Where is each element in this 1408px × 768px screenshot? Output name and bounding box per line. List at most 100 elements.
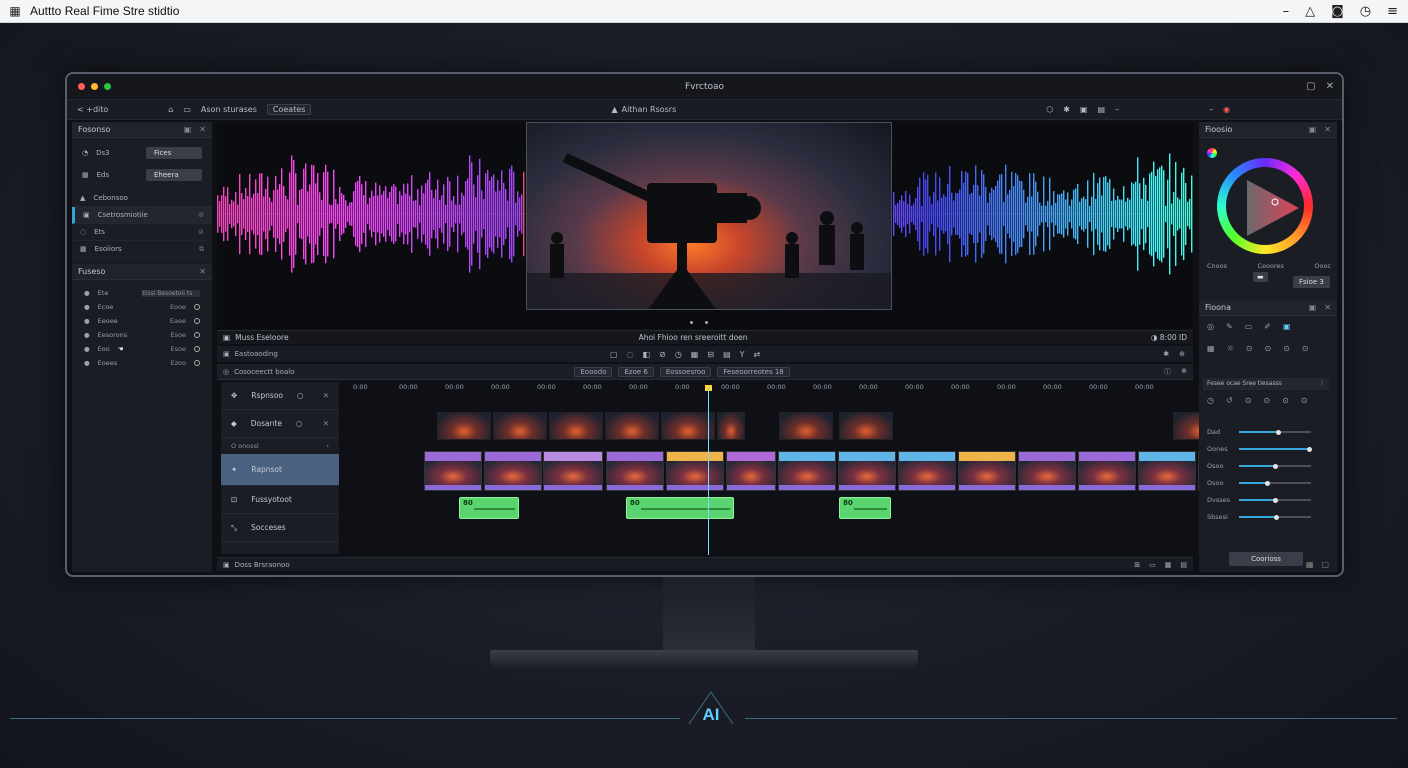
history-icon[interactable]: ◷: [1360, 4, 1371, 19]
close-icon[interactable]: ✕: [1324, 303, 1331, 312]
list-item[interactable]: ▣ Csetrosmiotiie ⊘: [72, 207, 212, 224]
track-item[interactable]: ✦ Rapnsot: [221, 454, 339, 486]
undo-icon[interactable]: ↺: [1226, 396, 1233, 405]
projects-button[interactable]: Ason sturases: [201, 105, 257, 114]
adjustment-slider[interactable]: Oones: [1207, 443, 1329, 455]
settings-icon[interactable]: ✱: [1063, 105, 1070, 114]
camera-icon[interactable]: ◙: [1331, 4, 1344, 19]
dot-icon[interactable]: ⊙: [1246, 344, 1253, 353]
minimize-panel-icon[interactable]: –: [1209, 105, 1213, 114]
video-clip[interactable]: [666, 451, 724, 491]
video-clip[interactable]: [1078, 451, 1136, 491]
slider-knob[interactable]: [1276, 429, 1282, 435]
video-clip[interactable]: [898, 451, 956, 491]
slider-knob[interactable]: [1272, 463, 1278, 469]
video-clip[interactable]: [424, 451, 482, 491]
row-value[interactable]: Eheera: [146, 169, 202, 181]
video-thumbnail[interactable]: [605, 412, 659, 440]
timeline-tracks[interactable]: 80 80 80: [351, 396, 1239, 556]
grid-icon[interactable]: ▦: [1165, 561, 1172, 569]
grid-icon[interactable]: ▦: [0, 4, 30, 18]
lock-icon[interactable]: ○: [296, 419, 303, 428]
eyedropper-button[interactable]: ▬: [1253, 272, 1268, 282]
pen-icon[interactable]: ✎: [1226, 322, 1233, 331]
add-icon[interactable]: ⊕: [1181, 367, 1187, 377]
expand-icon[interactable]: ▣: [1309, 125, 1317, 134]
layout-icon[interactable]: ▤: [1098, 105, 1106, 114]
plus-icon[interactable]: ⊕: [1179, 350, 1185, 358]
video-clip[interactable]: [484, 451, 542, 491]
settings-icon[interactable]: ✱: [1163, 350, 1169, 358]
radio-icon[interactable]: [194, 346, 200, 352]
video-thumbnail[interactable]: [437, 412, 491, 440]
restore-icon[interactable]: ▢: [1306, 81, 1315, 92]
property-row[interactable]: ● Ecoe Eooe: [72, 300, 212, 314]
lock-icon[interactable]: ○: [297, 391, 304, 400]
dot-icon[interactable]: ⊙: [1264, 344, 1271, 353]
folder-icon[interactable]: ▭: [183, 105, 191, 114]
close-icon[interactable]: ✕: [1324, 125, 1331, 134]
search-icon[interactable]: ◌: [627, 350, 634, 359]
dot-icon[interactable]: ⊙: [1245, 396, 1252, 405]
link-tool-icon[interactable]: ⊘: [659, 350, 666, 359]
video-clip[interactable]: [778, 451, 836, 491]
media-row[interactable]: ◔ Ds3 Fices: [72, 142, 212, 164]
filter-icon[interactable]: Y: [740, 350, 745, 359]
select-tool-icon[interactable]: ▢: [610, 350, 618, 359]
video-clip[interactable]: [606, 451, 664, 491]
list-item[interactable]: ▲ Cebonsoo: [72, 190, 212, 207]
media-row[interactable]: ▦ Eds Eheera: [72, 164, 212, 186]
video-clip[interactable]: [1018, 451, 1076, 491]
palette-icon[interactable]: [1207, 148, 1217, 158]
target-icon[interactable]: ◎: [1207, 322, 1214, 331]
adjustment-slider[interactable]: Dvsses: [1207, 494, 1329, 506]
video-clip[interactable]: [543, 451, 603, 491]
timeline-ruler[interactable]: 0:00 00:00 00:00 00:00 00:00 00:00 00:00 0:00 00…: [351, 383, 1191, 393]
video-thumbnail[interactable]: [661, 412, 715, 440]
restore-icon[interactable]: ▢: [1321, 560, 1329, 569]
video-thumbnail[interactable]: [839, 412, 893, 440]
playhead[interactable]: [708, 388, 709, 555]
timer-icon[interactable]: ◷: [675, 350, 682, 359]
property-row[interactable]: ● Eoees Ezoo: [72, 356, 212, 370]
apply-effects-button[interactable]: Coorioss: [1229, 552, 1303, 566]
radio-icon[interactable]: [194, 360, 200, 366]
radio-icon[interactable]: [194, 318, 200, 324]
expand-icon[interactable]: ▣: [1309, 303, 1317, 312]
preview-viewer[interactable]: [217, 122, 1193, 329]
close-icon[interactable]: ✕: [1326, 81, 1334, 92]
strip-pill[interactable]: Feseoorreotes 18: [717, 366, 790, 377]
adjustment-slider[interactable]: Osoo: [1207, 477, 1329, 489]
adjustment-slider[interactable]: Dad: [1207, 426, 1329, 438]
video-clip[interactable]: [1138, 451, 1196, 491]
grid-icon[interactable]: ▦: [1207, 344, 1215, 353]
video-thumbnail[interactable]: [549, 412, 603, 440]
back-button[interactable]: < +dito: [77, 105, 108, 114]
close-icon[interactable]: ✕: [199, 267, 206, 276]
radio-icon[interactable]: [194, 332, 200, 338]
list-item[interactable]: ▦ Esoiiors ⧉: [72, 241, 212, 258]
adjustment-slider[interactable]: Sbsesi: [1207, 511, 1329, 523]
video-clip[interactable]: [726, 451, 776, 491]
warning-icon[interactable]: △: [1305, 4, 1315, 19]
prop-value[interactable]: Eissi Besoetoii ts: [142, 289, 200, 297]
grid-icon[interactable]: ▦: [1306, 560, 1314, 569]
center-label[interactable]: ▲ Aithan Rsosrs: [611, 105, 676, 114]
dot-icon[interactable]: ⊙: [1282, 396, 1289, 405]
property-row[interactable]: ● Eesorons Esoe: [72, 328, 212, 342]
video-thumbnail[interactable]: [779, 412, 833, 440]
creates-button[interactable]: Coeates: [266, 104, 312, 115]
dot-icon[interactable]: ⊙: [1263, 396, 1270, 405]
track-item[interactable]: ◆ Dosante ○ ✕: [221, 410, 339, 438]
table-icon[interactable]: ▤: [723, 350, 731, 359]
row-value[interactable]: Fices: [146, 147, 202, 159]
track-item[interactable]: ⊡ Fussyotoot: [221, 486, 339, 514]
image-icon[interactable]: ▣: [1283, 322, 1291, 331]
audio-clip[interactable]: 80: [459, 497, 519, 519]
dot-icon[interactable]: ⊙: [1302, 344, 1309, 353]
remove-icon[interactable]: ✕: [323, 391, 329, 400]
adjustment-slider[interactable]: Osoo: [1207, 460, 1329, 472]
property-row[interactable]: ● Eeoee Eaee: [72, 314, 212, 328]
dot-icon[interactable]: ⊙: [1283, 344, 1290, 353]
color-wheel[interactable]: [1217, 158, 1313, 254]
